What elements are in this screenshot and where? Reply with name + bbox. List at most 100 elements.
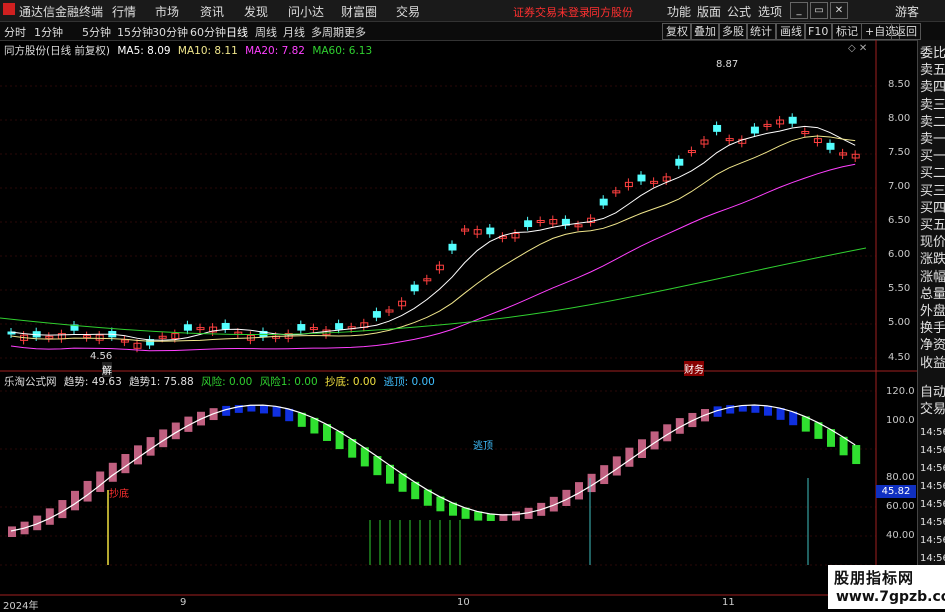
indicator-bar <box>260 405 268 414</box>
period-30min[interactable]: 30分钟 <box>152 24 188 40</box>
period-monthly[interactable]: 月线 <box>283 24 305 40</box>
side-panel-item[interactable]: 14:56 <box>920 551 945 566</box>
side-panel-item[interactable]: 14:56 <box>920 533 945 548</box>
side-panel-item[interactable]: 委比 <box>920 46 945 61</box>
menu-banmian[interactable]: 版面 <box>697 3 721 20</box>
menu-gongneng[interactable]: 功能 <box>667 3 691 20</box>
menu-caifuquan[interactable]: 财富圈 <box>341 3 377 20</box>
period-daily[interactable]: 日线 <box>226 24 248 40</box>
indicator-bar <box>764 405 772 416</box>
back-button[interactable]: 返回 <box>891 23 921 40</box>
candle-body <box>599 198 608 206</box>
current-value-badge: 45.82 <box>876 485 916 498</box>
candle-body <box>372 311 381 318</box>
menu-xuanxiang[interactable]: 选项 <box>758 3 782 20</box>
side-panel-item[interactable]: 买三 <box>920 184 945 199</box>
restore-button[interactable]: ▭ <box>810 2 828 19</box>
quote-side-panel[interactable]: 委比卖五卖四卖三卖二卖一买一买二买三买四买五现价涨跌涨幅总量外盘换手净资收益自动… <box>917 40 945 609</box>
f10-button[interactable]: F10 <box>804 23 833 40</box>
candle-body <box>448 243 457 251</box>
period-60min[interactable]: 60分钟 <box>190 24 226 40</box>
draw-line-button[interactable]: 画线 <box>776 23 806 40</box>
indicator-bar <box>285 408 294 422</box>
app-title: 通达信金融终端 <box>19 5 104 19</box>
period-5min[interactable]: 5分钟 <box>82 24 111 40</box>
period-multi[interactable]: 多周期 <box>311 24 344 40</box>
finance-mark[interactable]: 财务 <box>684 361 704 376</box>
side-panel-item[interactable]: 14:56 <box>920 443 945 458</box>
indicator-bar <box>474 511 483 521</box>
indicator-bar <box>776 408 785 420</box>
guest-label[interactable]: 游客 <box>895 3 919 20</box>
period-weekly[interactable]: 周线 <box>255 24 277 40</box>
multi-stock-button[interactable]: 多股 <box>718 23 748 40</box>
menu-wenxiaoda[interactable]: 问小达 <box>288 3 324 20</box>
side-panel-item[interactable]: 14:56 <box>920 425 945 440</box>
candle-body <box>183 324 192 331</box>
side-panel-item[interactable]: 14:56 <box>920 515 945 530</box>
candle-body <box>788 116 797 124</box>
ma10-label: MA10: 8.11 <box>177 45 238 57</box>
side-panel-item[interactable]: 卖五 <box>920 63 945 78</box>
close-button[interactable]: ✕ <box>830 2 848 19</box>
side-panel-item[interactable]: 14:56 <box>920 479 945 494</box>
period-more[interactable]: 更多 <box>344 24 366 40</box>
side-panel-item[interactable]: 外盘 <box>920 304 945 319</box>
stock-title: 同方股份 <box>589 6 633 19</box>
period-1min[interactable]: 1分钟 <box>34 24 63 40</box>
y-tick: 40.00 <box>886 530 915 541</box>
side-panel-item[interactable]: 涨幅 <box>920 270 945 285</box>
y-tick: 6.00 <box>888 249 911 260</box>
indicator-bar <box>612 456 621 476</box>
candlestick-chart <box>7 113 860 353</box>
menu-shichang[interactable]: 市场 <box>155 3 179 20</box>
chart-area[interactable] <box>0 40 917 609</box>
chart-options-icon[interactable]: ◇ ✕ <box>848 43 867 54</box>
y-tick: 8.50 <box>888 79 911 90</box>
fuquan-button[interactable]: 复权 <box>662 23 692 40</box>
menu-zixun[interactable]: 资讯 <box>200 3 224 20</box>
side-panel-item[interactable]: 卖二 <box>920 115 945 130</box>
date-tick: 10 <box>457 597 470 608</box>
ma60-label: MA60: 6.13 <box>312 45 373 57</box>
risk1-label: 风险1: 0.00 <box>259 376 318 388</box>
candle-body <box>410 284 419 292</box>
period-fenshi[interactable]: 分时 <box>4 24 26 40</box>
side-panel-item[interactable]: 买五 <box>920 218 945 233</box>
indicator-bar <box>121 454 130 474</box>
menu-faxian[interactable]: 发现 <box>244 3 268 20</box>
y-tick: 80.00 <box>886 472 915 483</box>
stats-button[interactable]: 统计 <box>746 23 776 40</box>
side-panel-item[interactable]: 换手 <box>920 321 945 336</box>
low-price-label: 4.56 <box>90 351 113 362</box>
menu-hangqing[interactable]: 行情 <box>112 3 136 20</box>
side-panel-item[interactable]: 净资 <box>920 338 945 353</box>
period-15min[interactable]: 15分钟 <box>117 24 153 40</box>
side-panel-item[interactable]: 现价 <box>920 235 945 250</box>
y-tick: 120.0 <box>886 386 915 397</box>
login-warning[interactable]: 证券交易未登录 <box>513 4 590 20</box>
mark-button[interactable]: 标记 <box>832 23 862 40</box>
side-panel-item[interactable]: 自动 <box>920 385 945 400</box>
minimize-button[interactable]: _ <box>790 2 808 19</box>
side-panel-item[interactable]: 买一 <box>920 149 945 164</box>
side-panel-item[interactable]: 总量 <box>920 287 945 302</box>
overlay-button[interactable]: 叠加 <box>690 23 720 40</box>
side-panel-item[interactable]: 14:56 <box>920 461 945 476</box>
side-panel-item[interactable]: 卖三 <box>920 98 945 113</box>
indicator-bar <box>108 462 117 482</box>
trend-line <box>10 404 856 532</box>
menu-jiaoyi[interactable]: 交易 <box>396 3 420 20</box>
side-panel-item[interactable]: 买二 <box>920 166 945 181</box>
candle-body <box>524 220 533 228</box>
period-toolbar: 分时 1分钟 5分钟 15分钟 30分钟 60分钟 日线 周线 月线 多周期 更… <box>0 22 945 41</box>
side-panel-item[interactable]: 卖四 <box>920 80 945 95</box>
candle-body <box>826 142 835 150</box>
side-panel-item[interactable]: 14:56 <box>920 497 945 512</box>
side-panel-item[interactable]: 买四 <box>920 201 945 216</box>
side-panel-item[interactable]: 收益 <box>920 356 945 371</box>
side-panel-item[interactable]: 卖一 <box>920 132 945 147</box>
side-panel-item[interactable]: 涨跌 <box>920 252 945 267</box>
menu-gongshi[interactable]: 公式 <box>727 3 751 20</box>
side-panel-item[interactable]: 交易 <box>920 402 945 417</box>
